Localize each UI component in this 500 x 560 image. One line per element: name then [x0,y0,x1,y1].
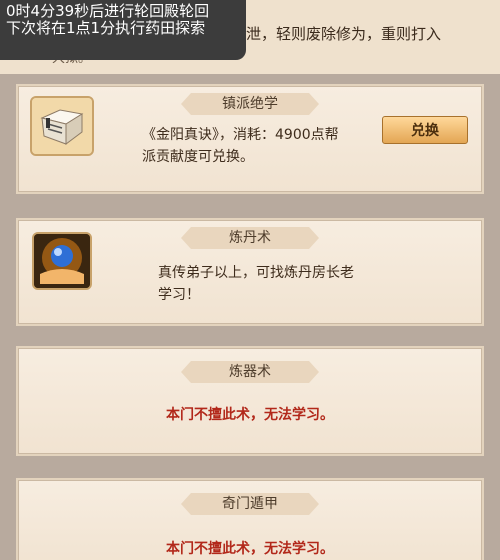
overlay-line2: 下次将在1点1分执行药田探索 [6,19,206,37]
top-text-line1: 泄，轻则废除修为，重则打入 [246,25,442,43]
card-title: 炼器术 [181,361,319,383]
card-desc: 《金阳真诀》，消耗：4900点帮 派贡献度可兑换。 [142,124,339,168]
card-desc-line2: 派贡献度可兑换。 [142,149,254,165]
notification-overlay: 0时4分39秒后进行轮回殿轮回 下次将在1点1分执行药田探索 [0,0,246,60]
skill-card-alchemy: 炼丹术 真传弟子以上，可找炼丹房长老 学习！ [16,218,484,326]
scroll-book-icon [30,96,94,156]
card-desc: 真传弟子以上，可找炼丹房长老 学习！ [158,262,354,306]
card-desc-line1: 真传弟子以上，可找炼丹房长老 [158,265,354,281]
card-warning: 本门不擅此术，无法学习。 [166,407,334,423]
skill-card-artifact-crafting: 炼器术 本门不擅此术，无法学习。 [16,346,484,456]
card-desc-line2: 学习！ [158,287,200,303]
skill-card-qimen-dunjia: 奇门遁甲 本门不擅此术，无法学习。 [16,478,484,560]
card-title: 炼丹术 [181,227,319,249]
card-title: 奇门遁甲 [181,493,319,515]
orb-hand-icon [32,232,92,290]
exchange-button[interactable]: 兑换 [382,116,468,144]
card-warning: 本门不擅此术，无法学习。 [166,541,334,557]
card-desc-line1: 《金阳真诀》，消耗：4900点帮 [142,127,339,143]
card-title: 镇派绝学 [181,93,319,115]
skill-card-sect-technique: 镇派绝学 《金阳真诀》，消耗：4900点帮 派贡献度可兑换。 兑换 [16,84,484,194]
overlay-line1: 0时4分39秒后进行轮回殿轮回 [6,2,210,20]
